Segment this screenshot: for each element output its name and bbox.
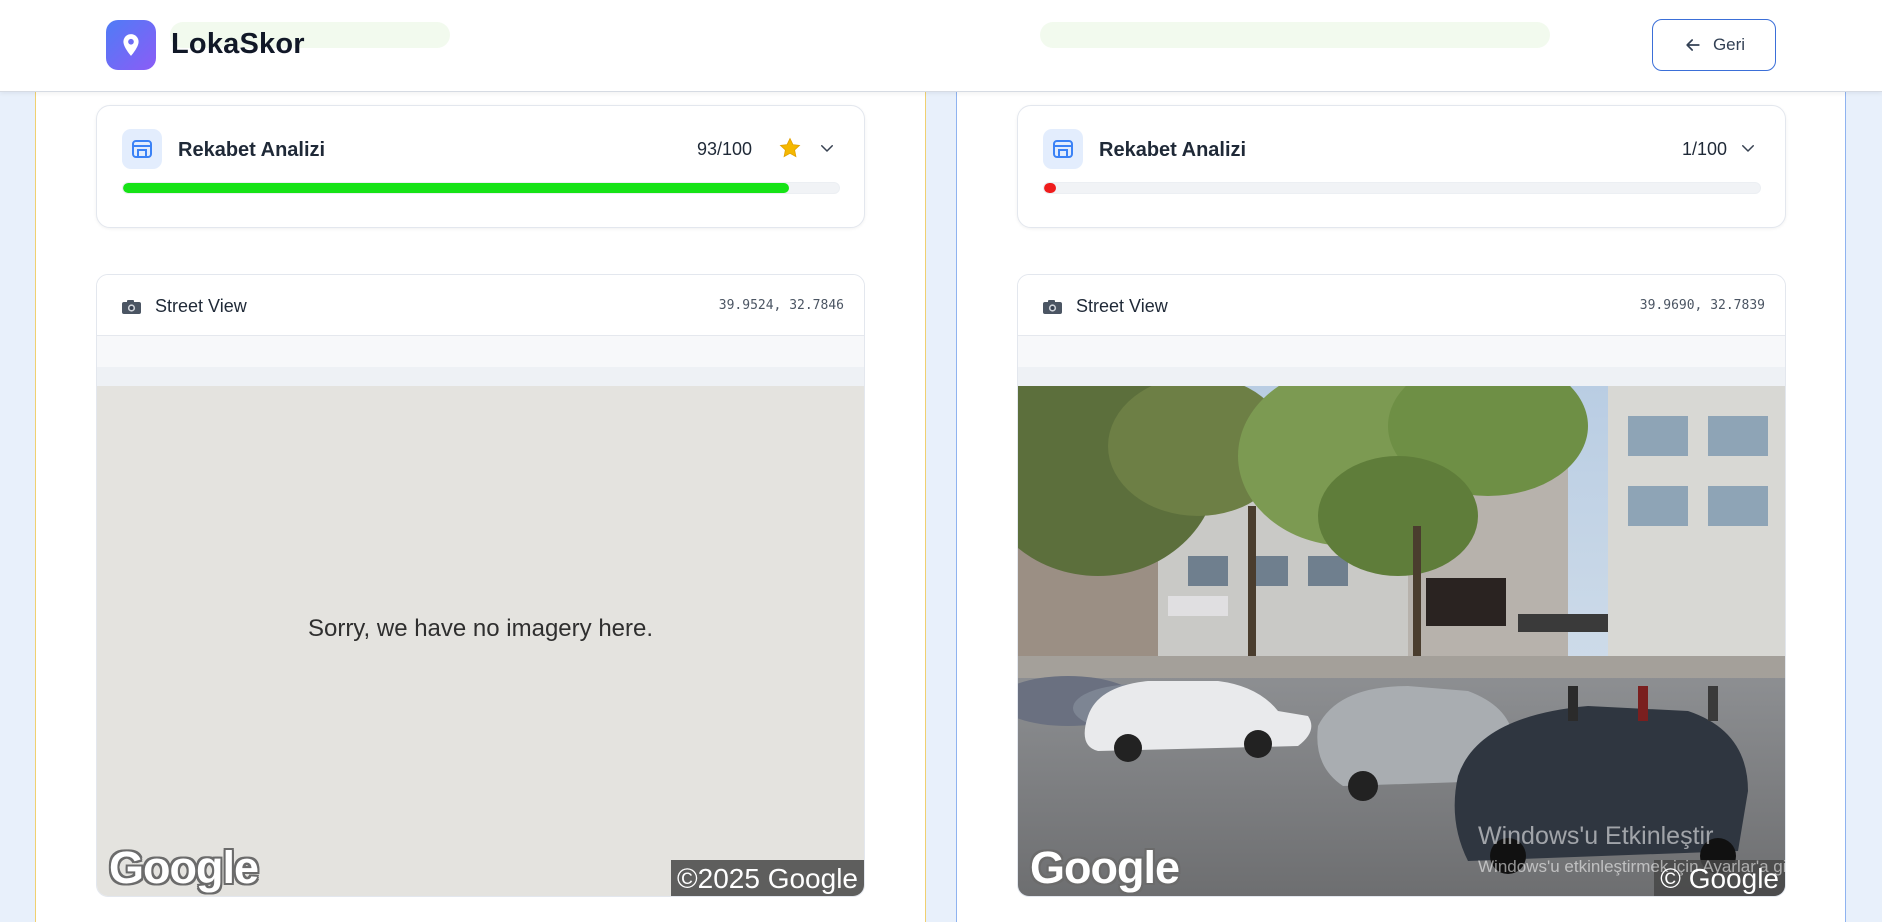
score-value: 93/100 [697, 139, 753, 159]
street-view-image[interactable]: Google © Google [1018, 386, 1785, 896]
street-view-panel-left: Street View 39.9524, 32.7846 Sorry, we h… [96, 274, 865, 897]
arrow-left-icon [1686, 39, 1700, 51]
google-logo: Google [109, 842, 259, 893]
google-logo: Google [1030, 842, 1180, 893]
score-value: 1/100 [1682, 139, 1728, 159]
map-copyright: ©2025 Google [671, 860, 864, 896]
map-pin-icon [123, 34, 139, 56]
card-title: Rekabet Analizi [1099, 139, 1247, 161]
windows-activation-subtitle: Windows'u etkinleştirmek için Ayarlar'a … [1478, 857, 1814, 876]
street-view-toolbar-strip [1018, 336, 1785, 367]
street-view-panel-right: Street View 39.9690, 32.7839 Google © Go… [1017, 274, 1786, 897]
competition-analysis-card-right[interactable]: Rekabet Analizi 1/100 [1017, 105, 1786, 228]
competition-analysis-card-left[interactable]: Rekabet Analizi 93/100 [96, 105, 865, 228]
street-view-header: Street View 39.9524, 32.7846 [97, 275, 864, 336]
score-progress-bar [1043, 182, 1761, 194]
app-header: LokaSkor Geri [0, 0, 1882, 92]
street-view-header: Street View 39.9690, 32.7839 [1018, 275, 1785, 336]
back-button-label: Geri [1712, 35, 1746, 54]
store-icon [122, 129, 162, 169]
score-progress-bar [122, 182, 840, 194]
street-scene-photo [1018, 386, 1785, 896]
brand-name: LokaSkor [171, 28, 305, 60]
star-icon [779, 137, 801, 158]
camera-icon [1043, 300, 1062, 314]
street-view-image[interactable]: Sorry, we have no imagery here. Google ©… [97, 386, 864, 896]
coordinates: 39.9690, 32.7839 [1639, 298, 1765, 313]
card-title: Rekabet Analizi [178, 139, 326, 161]
no-imagery-message: Sorry, we have no imagery here. [307, 615, 654, 642]
chevron-down-icon[interactable] [818, 139, 836, 157]
store-icon [1043, 129, 1083, 169]
camera-icon [122, 300, 141, 314]
app-logo[interactable] [106, 20, 156, 70]
street-view-title: Street View [155, 296, 247, 316]
back-button[interactable]: Geri [1652, 19, 1776, 71]
chevron-down-icon[interactable] [1739, 139, 1757, 157]
score-progress-fill [1044, 183, 1056, 193]
street-view-toolbar-strip [97, 336, 864, 367]
street-view-toolbar-strip [1018, 367, 1785, 386]
street-view-title: Street View [1076, 296, 1168, 316]
scrolled-content-ghost-bar [1040, 22, 1550, 48]
windows-activation-title: Windows'u Etkinleştir [1478, 822, 1714, 850]
coordinates: 39.9524, 32.7846 [718, 298, 844, 313]
score-progress-fill [123, 183, 789, 193]
street-view-toolbar-strip [97, 367, 864, 386]
